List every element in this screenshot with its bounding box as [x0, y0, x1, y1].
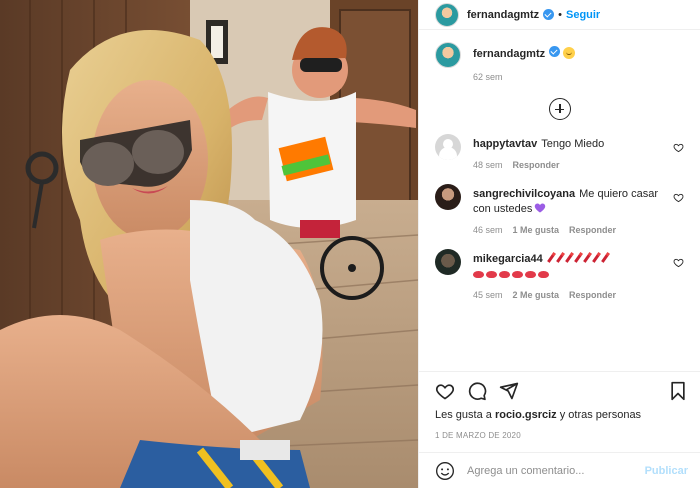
share-icon[interactable]: [499, 381, 519, 401]
author-username[interactable]: fernandagmtz: [467, 9, 539, 21]
post-photo[interactable]: [0, 0, 418, 488]
comment-input[interactable]: [467, 464, 645, 477]
heart-icon[interactable]: [673, 142, 684, 153]
caption-row: fernandagmtz 62 sem: [435, 42, 684, 82]
caption-time: 62 sem: [473, 72, 503, 82]
caption-author-avatar[interactable]: [435, 42, 461, 68]
emoji-icon[interactable]: [435, 461, 455, 481]
comment-time[interactable]: 46 sem: [473, 225, 503, 235]
comment-reply-button[interactable]: Responder: [569, 225, 616, 235]
heart-icon[interactable]: [673, 257, 684, 268]
comment-time[interactable]: 48 sem: [473, 160, 503, 170]
post-actions-bar: [419, 371, 700, 409]
plus-circle-icon[interactable]: [548, 98, 571, 120]
header-separator: •: [558, 8, 562, 21]
commenter-avatar[interactable]: [435, 134, 461, 160]
lips-icon: [473, 268, 551, 280]
post-header: fernandagmtz • Seguir: [419, 0, 700, 30]
comment-composer: Publicar: [419, 452, 700, 488]
comment-icon[interactable]: [467, 381, 487, 401]
comment-username[interactable]: happytavtav: [473, 138, 537, 150]
comment-body: sangrechivilcoyana Me quiero casar con us…: [473, 184, 677, 235]
load-more-comments: [435, 98, 684, 120]
comment-username[interactable]: mikegarcia44: [473, 253, 543, 265]
likes-others-link[interactable]: y otras personas: [557, 409, 641, 421]
comments-section: fernandagmtz 62 sem happytavtav Tengo Mie…: [419, 30, 700, 371]
comment-text: Tengo Miedo: [541, 138, 605, 150]
like-heart-icon[interactable]: [435, 381, 455, 401]
heart-icon[interactable]: [673, 192, 684, 203]
comment-likes[interactable]: 2 Me gusta: [513, 290, 560, 300]
commenter-avatar[interactable]: [435, 249, 461, 275]
verified-badge-icon: [543, 9, 555, 20]
comment-item: mikegarcia44 45 sem 2 Me gusta Responder: [435, 249, 684, 300]
publish-button[interactable]: Publicar: [645, 465, 688, 477]
likes-prefix: Les gusta a: [435, 409, 495, 421]
post-image: [0, 0, 418, 488]
smiley-emoji-icon: [563, 47, 576, 59]
likes-user-link[interactable]: rocio.gsrciz: [495, 409, 557, 421]
comment-body: mikegarcia44 45 sem 2 Me gusta Responder: [473, 249, 677, 300]
bookmark-icon[interactable]: [668, 381, 688, 401]
commenter-avatar[interactable]: [435, 184, 461, 210]
comment-item: happytavtav Tengo Miedo 48 sem Responder: [435, 134, 684, 170]
follow-button[interactable]: Seguir: [566, 9, 600, 21]
comment-item: sangrechivilcoyana Me quiero casar con us…: [435, 184, 684, 235]
caption-body: fernandagmtz 62 sem: [473, 42, 576, 82]
comment-body: happytavtav Tengo Miedo 48 sem Responder: [473, 134, 677, 170]
comment-reply-button[interactable]: Responder: [569, 290, 616, 300]
comment-likes[interactable]: 1 Me gusta: [513, 225, 560, 235]
purple-heart-icon: [535, 203, 546, 213]
instagram-post-modal: fernandagmtz • Seguir fernandagmtz 62 se…: [0, 0, 700, 488]
comment-time[interactable]: 45 sem: [473, 290, 503, 300]
verified-badge-icon: [549, 46, 561, 57]
lipstick-icon: [546, 252, 610, 265]
comment-reply-button[interactable]: Responder: [513, 160, 560, 170]
caption-username[interactable]: fernandagmtz: [473, 48, 545, 60]
author-avatar[interactable]: [435, 2, 459, 27]
comment-username[interactable]: sangrechivilcoyana: [473, 188, 575, 200]
likes-summary: Les gusta a rocio.gsrciz y otras persona…: [419, 409, 700, 421]
post-side-panel: fernandagmtz • Seguir fernandagmtz 62 se…: [418, 0, 700, 488]
post-date[interactable]: 1 DE MARZO DE 2020: [419, 431, 700, 440]
